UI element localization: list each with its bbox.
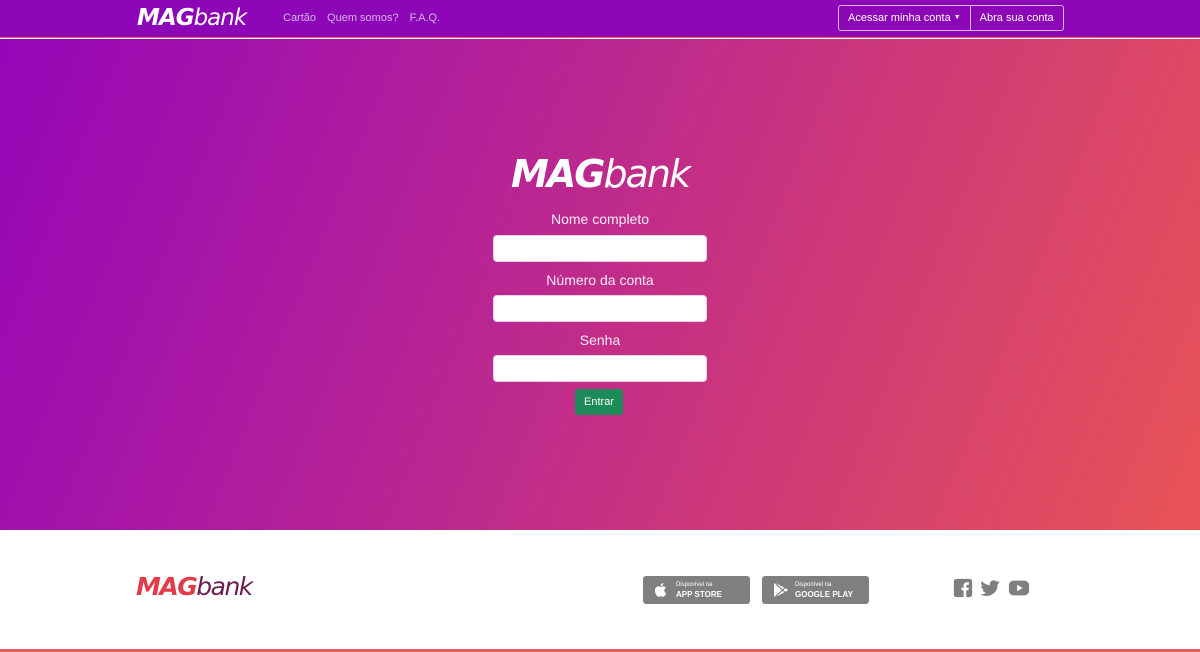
google-play-small-text: Disponível na (795, 582, 832, 588)
apple-icon (654, 583, 667, 597)
nav-link-faq[interactable]: F.A.Q. (410, 11, 441, 25)
access-account-label: Acessar minha conta (848, 12, 951, 24)
navbar-logo[interactable]: MAGbank (137, 3, 248, 33)
google-play-text: Disponível na GOOGLE PLAY (795, 581, 853, 599)
app-store-text: Disponível na APP STORE (676, 581, 722, 599)
google-play-badge[interactable]: Disponível na GOOGLE PLAY (762, 576, 869, 604)
google-play-big-text: GOOGLE PLAY (795, 590, 853, 599)
login-submit-button[interactable]: Entrar (575, 389, 623, 415)
twitter-icon[interactable] (979, 577, 1001, 599)
navbar-logo-strong: MAG (137, 5, 195, 31)
footer: MAGbank Disponível na APP STORE Disponív… (0, 530, 1200, 650)
account-number-label: Número da conta (546, 272, 654, 288)
top-navbar: MAGbank Cartão Quem somos? F.A.Q. Acessa… (0, 0, 1200, 38)
google-play-icon (774, 582, 788, 598)
hero-logo-light: bank (603, 152, 690, 196)
footer-logo-strong: MAG (136, 572, 198, 601)
footer-logo[interactable]: MAGbank (136, 572, 253, 602)
open-account-button[interactable]: Abra sua conta (969, 6, 1063, 30)
nav-links: Cartão Quem somos? F.A.Q. (283, 11, 440, 25)
nav-link-quem-somos[interactable]: Quem somos? (327, 11, 399, 25)
hero-logo-strong: MAG (511, 152, 605, 196)
hero-section: MAGbank Nome completo Número da conta Se… (0, 39, 1200, 530)
nav-link-cartao[interactable]: Cartão (283, 11, 316, 25)
app-store-small-text: Disponível na (676, 582, 713, 588)
account-button-group: Acessar minha conta ▼ Abra sua conta (838, 5, 1064, 31)
navbar-logo-light: bank (193, 5, 248, 31)
caret-down-icon: ▼ (953, 14, 961, 21)
account-number-input[interactable] (493, 295, 707, 322)
app-store-badge[interactable]: Disponível na APP STORE (643, 576, 750, 604)
app-store-big-text: APP STORE (676, 590, 722, 599)
open-account-label: Abra sua conta (979, 12, 1054, 24)
full-name-input[interactable] (493, 235, 707, 262)
footer-logo-light: bank (196, 572, 253, 601)
access-account-dropdown[interactable]: Acessar minha conta ▼ (839, 6, 970, 30)
full-name-label: Nome completo (550, 211, 650, 227)
password-label: Senha (579, 332, 621, 348)
social-links (952, 577, 1032, 599)
youtube-icon[interactable] (1006, 577, 1032, 599)
hero-logo: MAGbank (493, 152, 707, 196)
password-input[interactable] (493, 355, 707, 382)
facebook-icon[interactable] (952, 577, 974, 599)
